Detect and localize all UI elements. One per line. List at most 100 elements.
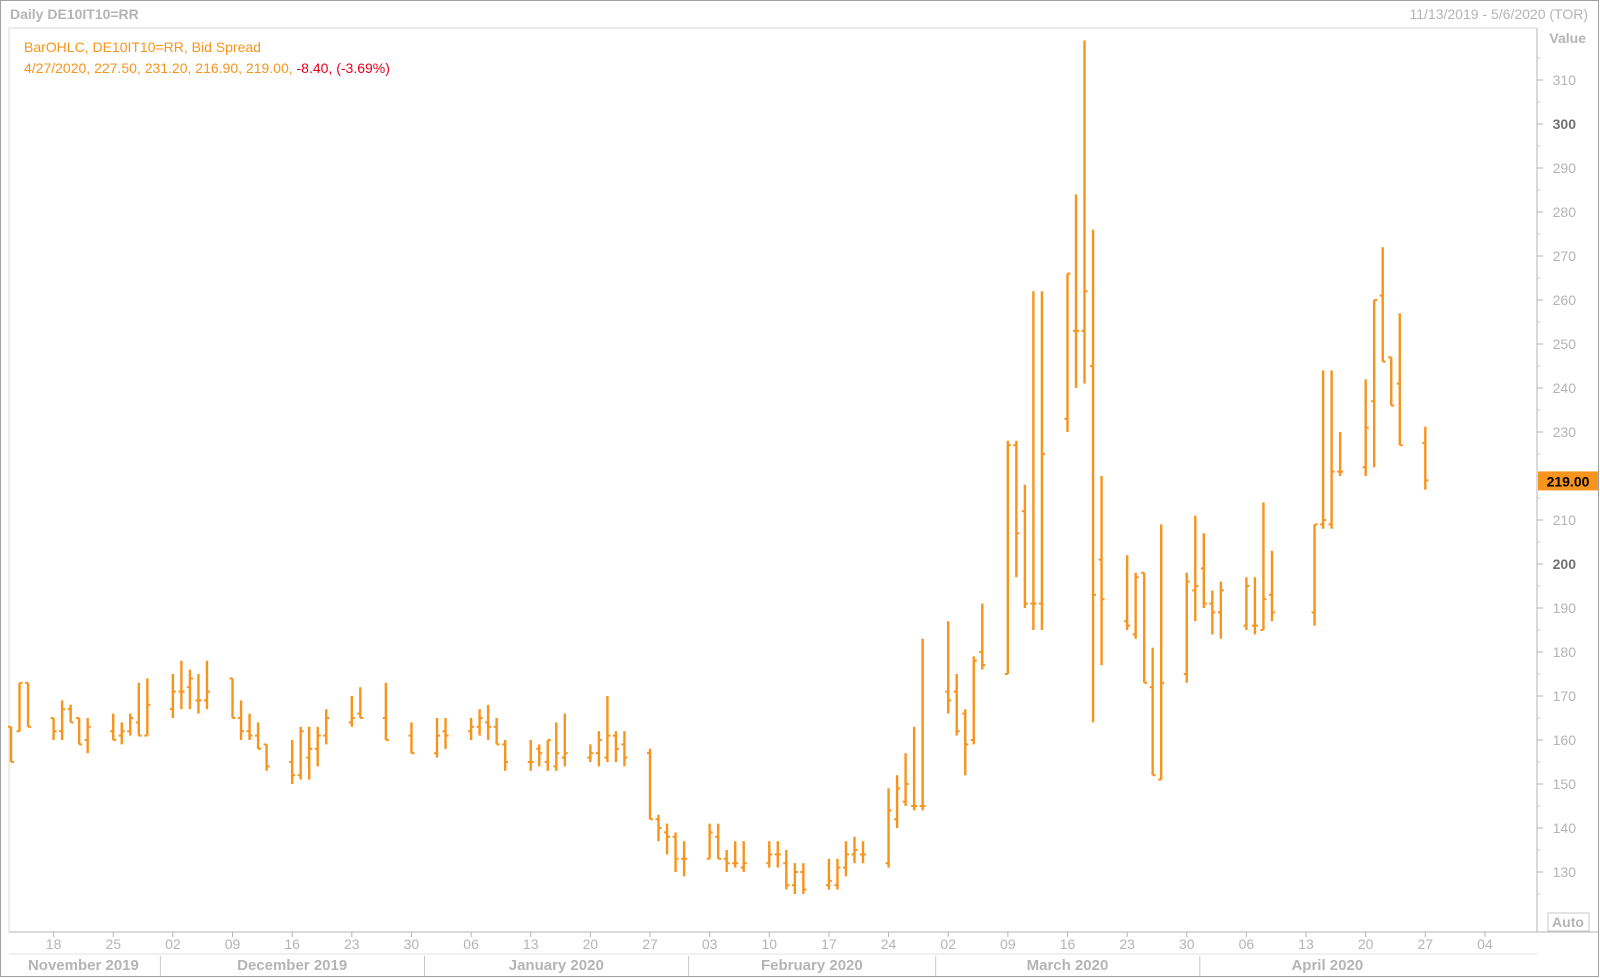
ohlc-bar xyxy=(118,722,125,745)
ohlc-bar xyxy=(1090,229,1097,723)
x-tick-label: 17 xyxy=(821,936,837,952)
x-tick-label: 13 xyxy=(1298,936,1314,952)
ohlc-bar xyxy=(1192,515,1199,622)
x-tick-label: 20 xyxy=(1358,936,1374,952)
y-tick-label: 150 xyxy=(1553,776,1577,792)
ohlc-bar xyxy=(1217,581,1224,639)
ohlc-bar xyxy=(766,841,773,868)
month-label: January 2020 xyxy=(509,957,604,974)
ohlc-bar xyxy=(800,863,807,894)
ohlc-bar xyxy=(723,850,730,872)
ohlc-bar xyxy=(238,700,245,740)
ohlc-bar xyxy=(1021,484,1028,608)
y-tick-label: 290 xyxy=(1553,160,1577,176)
x-tick-label: 06 xyxy=(463,936,479,952)
ohlc-bar xyxy=(1098,476,1105,666)
ohlc-bar xyxy=(1004,440,1011,675)
y-tick-label: 210 xyxy=(1553,512,1577,528)
ohlc-bar xyxy=(289,740,296,784)
ohlc-bar xyxy=(527,740,534,771)
ohlc-bar xyxy=(842,841,849,877)
ohlc-bar xyxy=(144,678,151,737)
ohlc-bar xyxy=(1388,356,1395,407)
x-tick-label: 03 xyxy=(702,936,718,952)
x-tick-label: 23 xyxy=(344,936,360,952)
ohlc-bar xyxy=(67,704,74,724)
ohlc-bar xyxy=(314,726,321,767)
ohlc-bar xyxy=(1320,370,1327,529)
ohlc-bar xyxy=(885,788,892,868)
last-price-label: 219.00 xyxy=(1547,473,1590,489)
ohlc-bar xyxy=(1422,426,1429,490)
x-tick-label: 16 xyxy=(1060,936,1076,952)
ohlc-bar xyxy=(1337,432,1344,476)
ohlc-bar xyxy=(195,674,202,714)
y-tick-label: 130 xyxy=(1553,864,1577,880)
ohlc-bar xyxy=(1268,550,1275,622)
ohlc-bar xyxy=(127,713,134,736)
ohlc-bar xyxy=(825,858,832,890)
ohlc-bar xyxy=(970,656,977,745)
ohlc-bar xyxy=(1141,571,1148,684)
ohlc-bar xyxy=(110,713,117,741)
y-axis-title: Value xyxy=(1549,30,1586,46)
ohlc-bar xyxy=(536,744,543,767)
ohlc-bar xyxy=(732,841,739,868)
ohlc-bar xyxy=(919,638,926,811)
x-tick-label: 23 xyxy=(1119,936,1135,952)
ohlc-bar xyxy=(1081,40,1088,384)
ohlc-bar xyxy=(306,726,313,780)
x-tick-label: 13 xyxy=(523,936,539,952)
ohlc-bar xyxy=(135,682,142,737)
ohlc-bar xyxy=(1371,299,1378,468)
ohlc-bar xyxy=(783,850,790,890)
month-label: November 2019 xyxy=(28,957,139,974)
x-tick-label: 04 xyxy=(1477,936,1493,952)
ohlc-bar xyxy=(860,841,866,864)
y-tick-label: 170 xyxy=(1553,688,1577,704)
ohlc-bar xyxy=(1158,524,1165,781)
ohlc-bar xyxy=(1200,533,1207,608)
y-tick-label: 200 xyxy=(1553,556,1577,572)
ohlc-bar xyxy=(664,823,671,855)
ohlc-bar xyxy=(16,681,23,733)
x-tick-label: 27 xyxy=(1418,936,1434,952)
x-tick-label: 16 xyxy=(284,936,300,952)
ohlc-bar xyxy=(1209,590,1216,635)
x-tick-label: 10 xyxy=(761,936,777,952)
x-tick-label: 27 xyxy=(642,936,658,952)
y-tick-label: 310 xyxy=(1553,72,1577,88)
x-tick-label: 18 xyxy=(46,936,62,952)
ohlc-bar xyxy=(323,709,330,745)
ohlc-bar xyxy=(561,713,568,767)
ohlc-bar xyxy=(979,603,986,670)
y-tick-label: 230 xyxy=(1553,424,1577,440)
ohlc-bar xyxy=(587,744,594,762)
ohlc-bar xyxy=(1013,440,1020,578)
ohlc-bar xyxy=(485,704,492,740)
ohlc-bar xyxy=(1396,313,1403,447)
ohlc-bar xyxy=(962,709,969,776)
ohlc-bar xyxy=(1379,247,1386,363)
ohlc-bar xyxy=(25,681,32,728)
ohlc-bar xyxy=(50,717,57,740)
ohlc-bar xyxy=(246,713,253,740)
ohlc-bar xyxy=(655,814,662,842)
x-tick-label: 30 xyxy=(1179,936,1195,952)
ohlc-chart[interactable]: Value13014015016017018019020021022023024… xyxy=(0,0,1600,978)
month-label: March 2020 xyxy=(1027,957,1109,974)
ohlc-bar xyxy=(902,753,909,806)
ohlc-bar xyxy=(740,841,747,872)
y-tick-label: 160 xyxy=(1553,732,1577,748)
ohlc-bar xyxy=(502,740,509,771)
ohlc-bar xyxy=(1260,502,1267,631)
ohlc-bar xyxy=(229,677,236,719)
y-tick-label: 300 xyxy=(1553,116,1577,132)
ohlc-bar xyxy=(834,858,841,890)
y-tick-label: 270 xyxy=(1553,248,1577,264)
x-tick-label: 25 xyxy=(105,936,121,952)
ohlc-bar xyxy=(348,696,355,727)
y-tick-label: 280 xyxy=(1553,204,1577,220)
ohlc-bar xyxy=(544,739,551,771)
ohlc-bar xyxy=(434,718,440,758)
